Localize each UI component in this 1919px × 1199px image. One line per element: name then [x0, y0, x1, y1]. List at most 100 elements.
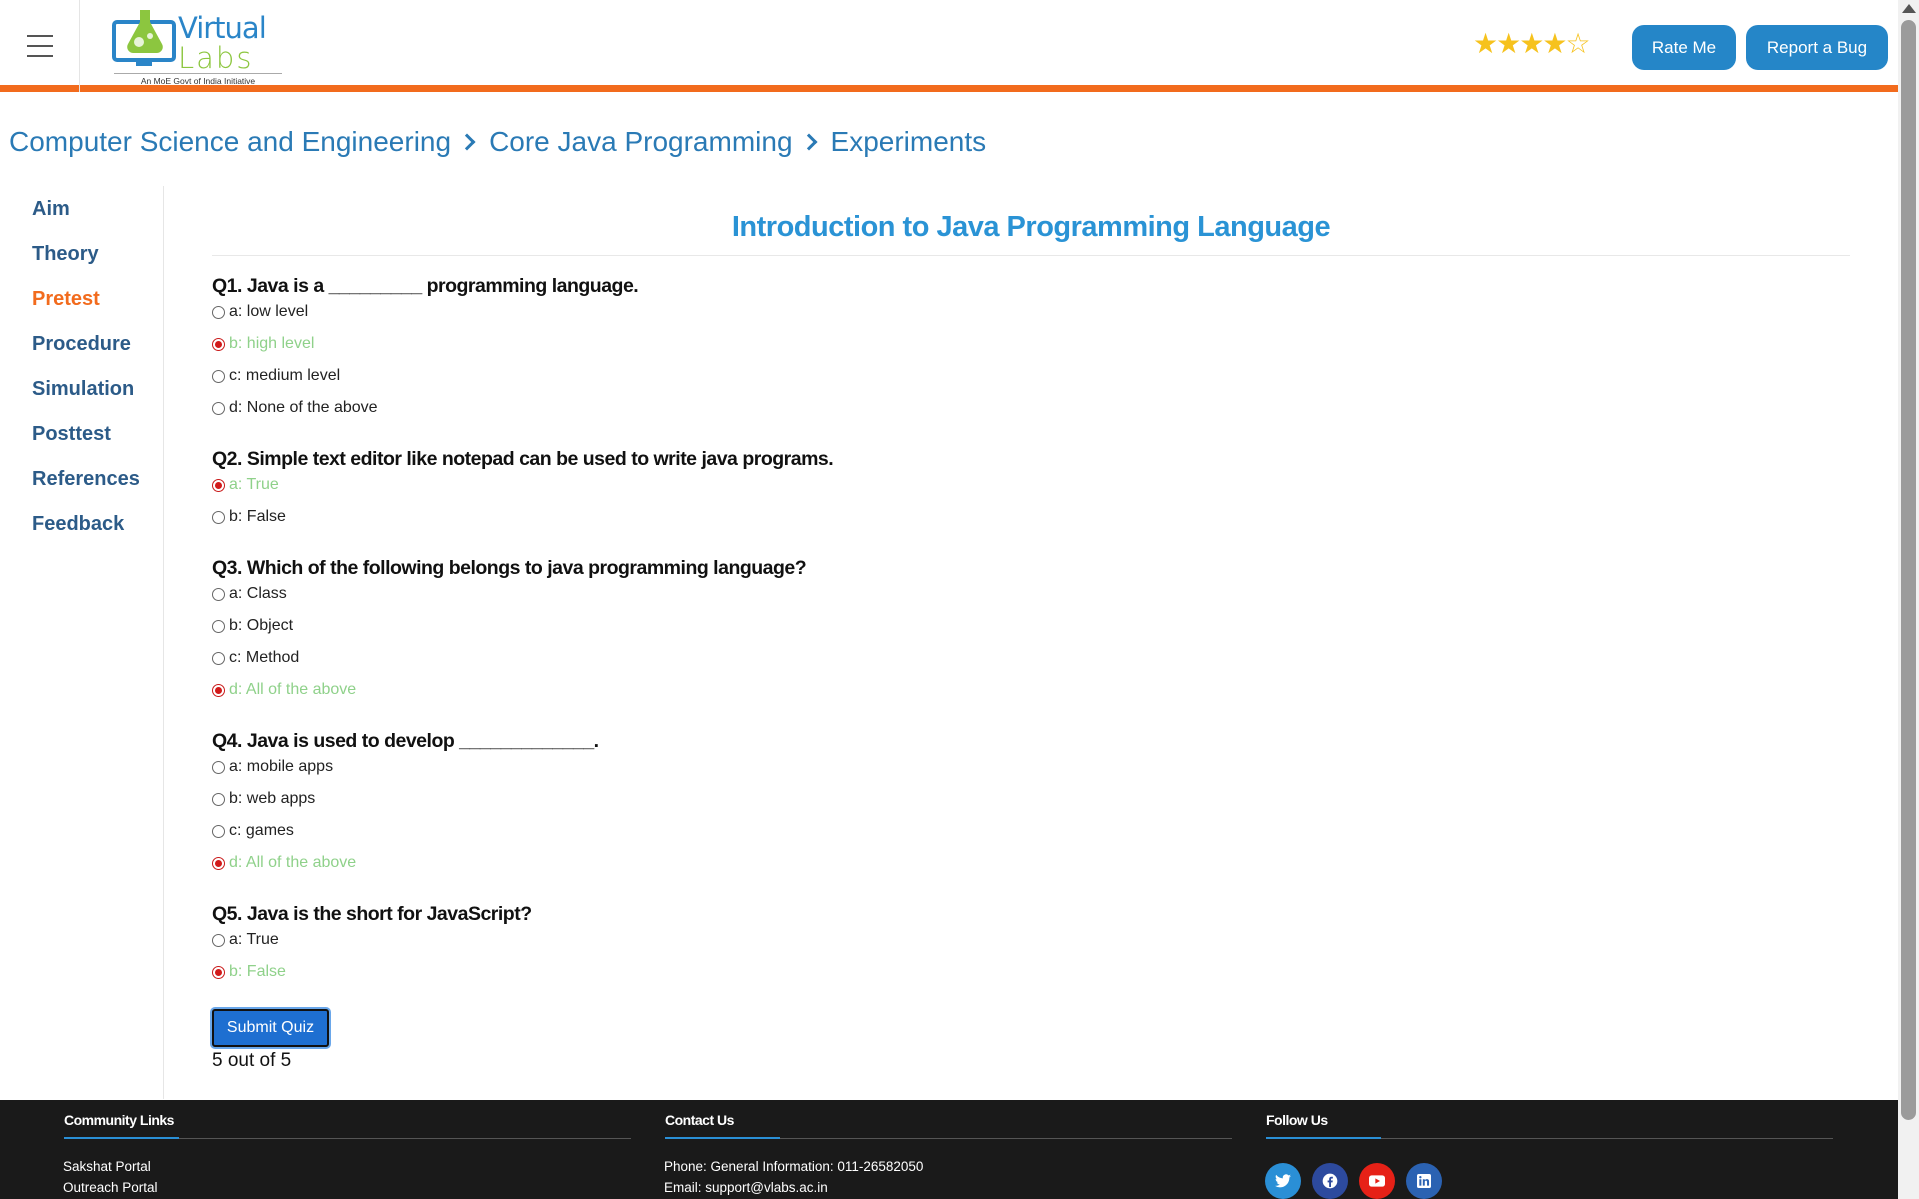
radio-button[interactable]	[212, 856, 225, 870]
star-filled-icon[interactable]: ★	[1496, 28, 1521, 59]
footer-link-outreach[interactable]: Outreach Portal	[63, 1180, 158, 1195]
footer-contact-phone: Phone: General Information: 011-26582050	[664, 1159, 924, 1174]
question-4-option-c[interactable]: c: games	[212, 822, 294, 840]
question-5-option-a[interactable]: a: True	[212, 931, 279, 949]
option-label: b: Object	[229, 617, 294, 634]
option-label: a: True	[229, 931, 279, 948]
rate-me-button[interactable]: Rate Me	[1632, 25, 1736, 70]
question-2-text: Q2. Simple text editor like notepad can …	[212, 448, 834, 470]
page-scrollbar[interactable]	[1898, 0, 1919, 1199]
question-2-option-a[interactable]: a: True	[212, 476, 279, 494]
radio-button[interactable]	[212, 933, 225, 947]
breadcrumb: Computer Science and Engineering Core Ja…	[9, 126, 986, 158]
question-1-option-a[interactable]: a: low level	[212, 303, 308, 321]
rating-stars[interactable]: ★★★★☆	[1473, 28, 1591, 59]
option-label: c: medium level	[229, 367, 341, 384]
breadcrumb-discipline-link[interactable]: Computer Science and Engineering	[9, 126, 451, 158]
logo-tagline: An MoE Govt of India Initiative	[114, 73, 282, 86]
question-1-option-d[interactable]: d: None of the above	[212, 399, 378, 417]
question-3-option-d[interactable]: d: All of the above	[212, 681, 356, 699]
star-filled-icon[interactable]: ★	[1519, 28, 1544, 59]
radio-button[interactable]	[212, 760, 225, 774]
star-filled-icon[interactable]: ★	[1473, 28, 1498, 59]
footer-contact-email[interactable]: Email: support@vlabs.ac.in	[664, 1180, 828, 1195]
radio-button[interactable]	[212, 587, 225, 601]
question-3-option-c[interactable]: c: Method	[212, 649, 299, 667]
question-4-option-a[interactable]: a: mobile apps	[212, 758, 333, 776]
site-footer: Community Links Sakshat Portal Outreach …	[0, 1100, 1898, 1199]
radio-button[interactable]	[212, 683, 225, 697]
sidebar-item-theory[interactable]: Theory	[32, 243, 99, 266]
scroll-up-arrow-icon[interactable]	[1902, 4, 1916, 13]
logo-title-virtual: Virtual	[178, 11, 267, 45]
quiz-score: 5 out of 5	[212, 1050, 292, 1071]
sidebar-item-aim[interactable]: Aim	[32, 198, 70, 221]
title-divider	[212, 255, 1850, 256]
question-5-option-b[interactable]: b: False	[212, 963, 286, 981]
footer-contact-heading: Contact Us	[665, 1112, 734, 1128]
star-filled-icon[interactable]: ★	[1542, 28, 1567, 59]
twitter-icon[interactable]	[1265, 1163, 1301, 1199]
facebook-icon[interactable]	[1312, 1163, 1348, 1199]
question-3-option-a[interactable]: a: Class	[212, 585, 287, 603]
footer-divider	[64, 1137, 631, 1139]
radio-button[interactable]	[212, 337, 225, 351]
question-4-option-d[interactable]: d: All of the above	[212, 854, 356, 872]
question-3-text: Q3. Which of the following belongs to ja…	[212, 557, 807, 579]
hamburger-icon	[26, 31, 53, 61]
breadcrumb-lab-link[interactable]: Core Java Programming	[489, 126, 792, 158]
footer-follow-heading: Follow Us	[1266, 1112, 1328, 1128]
star-empty-icon[interactable]: ☆	[1565, 28, 1590, 59]
linkedin-icon[interactable]	[1406, 1163, 1442, 1199]
top-header: Virtual Labs An MoE Govt of India Initia…	[0, 0, 1898, 92]
question-3-option-b[interactable]: b: Object	[212, 617, 293, 635]
radio-button[interactable]	[212, 965, 225, 979]
footer-link-sakshat[interactable]: Sakshat Portal	[63, 1159, 151, 1174]
report-bug-button[interactable]: Report a Bug	[1746, 25, 1888, 70]
virtual-labs-logo[interactable]: Virtual Labs An MoE Govt of India Initia…	[108, 6, 283, 86]
radio-button[interactable]	[212, 651, 225, 665]
option-label: d: None of the above	[229, 399, 378, 416]
experiment-title: Introduction to Java Programming Languag…	[731, 211, 1331, 243]
logo-title-labs: Labs	[178, 41, 254, 75]
sidebar-item-posttest[interactable]: Posttest	[32, 423, 111, 446]
question-2-option-b[interactable]: b: False	[212, 508, 286, 526]
submit-quiz-button[interactable]: Submit Quiz	[212, 1009, 329, 1047]
sidebar-item-simulation[interactable]: Simulation	[32, 378, 134, 401]
sidebar-item-feedback[interactable]: Feedback	[32, 513, 124, 536]
question-5-text: Q5. Java is the short for JavaScript?	[212, 903, 532, 925]
radio-button[interactable]	[212, 824, 225, 838]
question-1-text: Q1. Java is a _________ programming lang…	[212, 275, 639, 297]
option-label: b: False	[229, 963, 286, 980]
menu-hamburger-button[interactable]	[0, 0, 80, 92]
footer-divider	[665, 1137, 1232, 1139]
sidebar-item-references[interactable]: References	[32, 468, 140, 491]
radio-button[interactable]	[212, 478, 225, 492]
radio-button[interactable]	[212, 401, 225, 415]
radio-button[interactable]	[212, 369, 225, 383]
option-label: b: web apps	[229, 790, 316, 807]
question-1-option-b[interactable]: b: high level	[212, 335, 314, 353]
flask-monitor-icon	[112, 10, 176, 66]
option-label: d: All of the above	[229, 854, 357, 871]
option-label: c: Method	[229, 649, 300, 666]
sidebar-item-procedure[interactable]: Procedure	[32, 333, 131, 356]
experiment-sidebar: Aim Theory Pretest Procedure Simulation …	[0, 186, 164, 1099]
sidebar-item-pretest[interactable]: Pretest	[32, 288, 100, 311]
youtube-icon[interactable]	[1359, 1163, 1395, 1199]
chevron-right-icon	[458, 133, 476, 151]
radio-button[interactable]	[212, 619, 225, 633]
breadcrumb-experiments-link[interactable]: Experiments	[831, 126, 987, 158]
radio-button[interactable]	[212, 792, 225, 806]
scrollbar-thumb[interactable]	[1901, 20, 1916, 1120]
option-label: b: high level	[229, 335, 315, 352]
radio-button[interactable]	[212, 305, 225, 319]
option-label: a: mobile apps	[229, 758, 334, 775]
question-4-option-b[interactable]: b: web apps	[212, 790, 315, 808]
option-label: a: Class	[229, 585, 287, 602]
chevron-right-icon	[800, 133, 818, 151]
footer-divider	[1266, 1137, 1833, 1139]
radio-button[interactable]	[212, 510, 225, 524]
question-1-option-c[interactable]: c: medium level	[212, 367, 340, 385]
option-label: d: All of the above	[229, 681, 357, 698]
